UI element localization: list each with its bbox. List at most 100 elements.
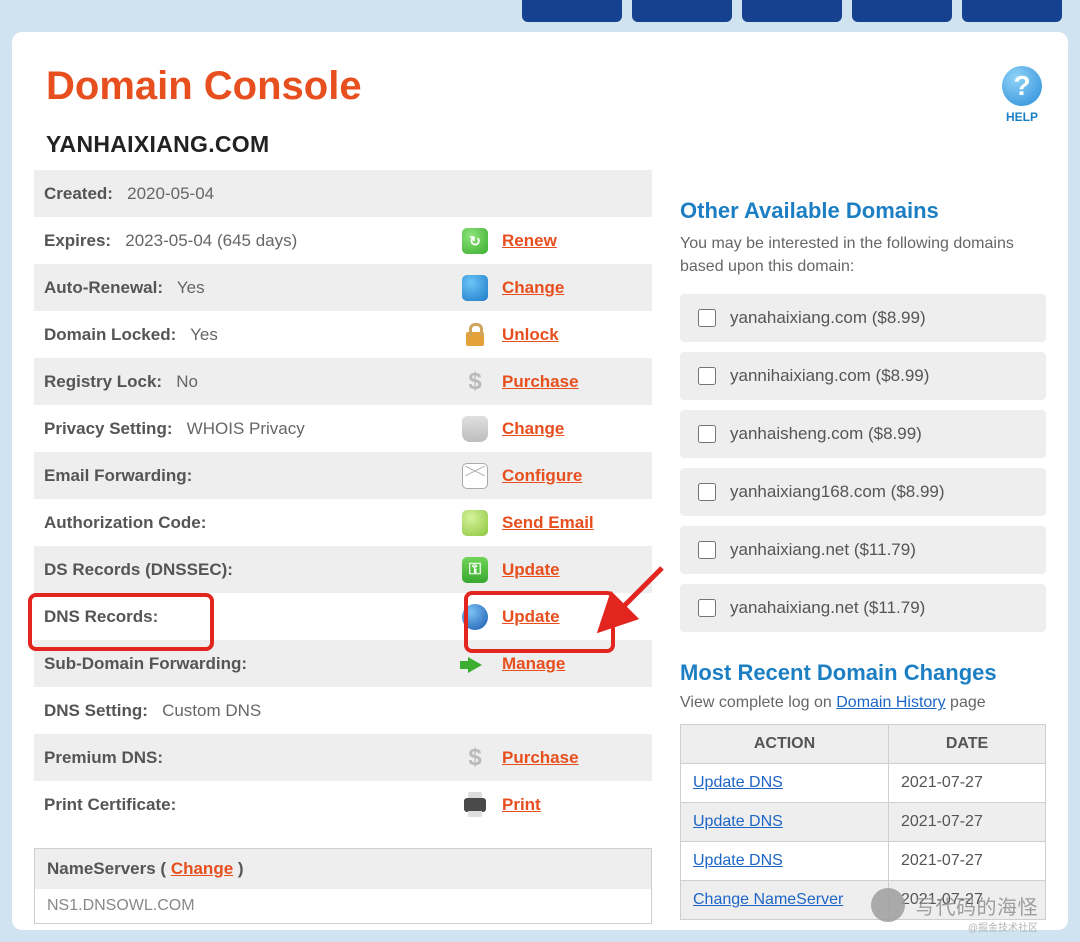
settings-row: Auto-Renewal: Yes Change	[34, 264, 652, 311]
settings-label: Premium DNS:	[44, 748, 163, 767]
nav-tab[interactable]	[522, 0, 622, 22]
settings-row: Print Certificate: Print	[34, 781, 652, 828]
alt-domain-item: yannihaixiang.com ($8.99)	[680, 352, 1046, 400]
changes-row: Update DNS 2021-07-27	[681, 764, 1046, 803]
page-title: Domain Console	[46, 64, 1046, 109]
bag-icon	[462, 416, 488, 442]
changes-heading: Most Recent Domain Changes	[680, 660, 1046, 686]
settings-row: DS Records (DNSSEC): ⚿ Update	[34, 546, 652, 593]
key-icon: ⚿	[462, 557, 488, 583]
domain-name: YANHAIXIANG.COM	[46, 131, 1046, 158]
change-date: 2021-07-27	[889, 764, 1046, 803]
changes-row: Update DNS 2021-07-27	[681, 842, 1046, 881]
action-change[interactable]: Change	[502, 419, 564, 438]
action-configure[interactable]: Configure	[502, 466, 582, 485]
alt-domain-checkbox[interactable]	[698, 367, 716, 385]
nav-tab[interactable]	[852, 0, 952, 22]
alt-domain-checkbox[interactable]	[698, 309, 716, 327]
settings-label: Privacy Setting:	[44, 419, 173, 438]
settings-row: Sub-Domain Forwarding:Manage	[34, 640, 652, 687]
nav-tab[interactable]	[742, 0, 842, 22]
alt-domain-text: yanhaixiang168.com ($8.99)	[730, 482, 945, 502]
change-date: 2021-07-27	[889, 803, 1046, 842]
dollar-icon: $	[462, 745, 488, 771]
settings-row: Privacy Setting: WHOIS PrivacyChange	[34, 405, 652, 452]
changes-table: ACTION DATE Update DNS2021-07-27Update D…	[680, 724, 1046, 920]
settings-panel: Created: 2020-05-04Expires: 2023-05-04 (…	[34, 170, 652, 828]
alt-domain-item: yanahaixiang.net ($11.79)	[680, 584, 1046, 632]
settings-row: Expires: 2023-05-04 (645 days)↻Renew	[34, 217, 652, 264]
settings-value: 2020-05-04	[127, 184, 214, 203]
settings-value: 2023-05-04 (645 days)	[125, 231, 297, 250]
settings-row: Premium DNS: $ Purchase	[34, 734, 652, 781]
alt-domain-text: yannihaixiang.com ($8.99)	[730, 366, 929, 386]
globe-icon	[462, 604, 488, 630]
dollar-icon: $	[462, 369, 488, 395]
alt-domain-text: yanhaixiang.net ($11.79)	[730, 540, 916, 560]
settings-label: Print Certificate:	[44, 795, 176, 814]
nav-tab[interactable]	[632, 0, 732, 22]
settings-label: DS Records (DNSSEC):	[44, 560, 233, 579]
action-print[interactable]: Print	[502, 795, 541, 814]
action-purchase[interactable]: Purchase	[502, 748, 579, 767]
settings-label: Created:	[44, 184, 113, 203]
action-update[interactable]: Update	[502, 607, 560, 626]
alt-domains-heading: Other Available Domains	[680, 198, 1046, 224]
change-action-link[interactable]: Update DNS	[693, 774, 783, 791]
alt-domain-checkbox[interactable]	[698, 599, 716, 617]
changes-row: Change NameServer2021-07-27	[681, 881, 1046, 920]
change-action-link[interactable]: Update DNS	[693, 852, 783, 869]
action-send-email[interactable]: Send Email	[502, 513, 594, 532]
settings-row: Registry Lock: No$Purchase	[34, 358, 652, 405]
alt-domain-item: yanahaixiang.com ($8.99)	[680, 294, 1046, 342]
action-update[interactable]: Update	[502, 560, 560, 579]
nameservers-heading: NameServers	[47, 859, 156, 878]
changes-th-date: DATE	[889, 725, 1046, 764]
nameservers-panel: NameServers ( Change ) NS1.DNSOWL.COM	[34, 848, 652, 924]
help-icon[interactable]: ?	[1002, 66, 1042, 106]
clock-icon	[462, 275, 488, 301]
action-change[interactable]: Change	[502, 278, 564, 297]
changes-th-action: ACTION	[681, 725, 889, 764]
chat-icon	[462, 510, 488, 536]
settings-row: DNS Setting: Custom DNS	[34, 687, 652, 734]
action-renew[interactable]: Renew	[502, 231, 557, 250]
alt-domain-checkbox[interactable]	[698, 483, 716, 501]
settings-row: Email Forwarding:Configure	[34, 452, 652, 499]
mail-icon	[462, 463, 488, 489]
alt-domain-text: yanahaixiang.net ($11.79)	[730, 598, 925, 618]
nav-tab[interactable]	[962, 0, 1062, 22]
printer-icon	[462, 792, 488, 818]
action-unlock[interactable]: Unlock	[502, 325, 559, 344]
alt-domain-checkbox[interactable]	[698, 541, 716, 559]
settings-label: Auto-Renewal:	[44, 278, 163, 297]
alt-domain-item: yanhaisheng.com ($8.99)	[680, 410, 1046, 458]
settings-value: Yes	[190, 325, 218, 344]
action-purchase[interactable]: Purchase	[502, 372, 579, 391]
lock-icon	[462, 322, 488, 348]
settings-label: Domain Locked:	[44, 325, 176, 344]
action-manage[interactable]: Manage	[502, 654, 565, 673]
settings-value: Yes	[177, 278, 205, 297]
page-card: ? HELP Domain Console YANHAIXIANG.COM Cr…	[12, 32, 1068, 930]
alt-domain-checkbox[interactable]	[698, 425, 716, 443]
alt-domain-item: yanhaixiang.net ($11.79)	[680, 526, 1046, 574]
settings-label: Expires:	[44, 231, 111, 250]
change-action-link[interactable]: Update DNS	[693, 813, 783, 830]
settings-label: Registry Lock:	[44, 372, 162, 391]
settings-label: DNS Setting:	[44, 701, 148, 720]
settings-row: Created: 2020-05-04	[34, 170, 652, 217]
changes-row: Update DNS 2021-07-27	[681, 803, 1046, 842]
nameservers-change-link[interactable]: Change	[171, 859, 233, 878]
arrow-icon	[462, 651, 488, 677]
alt-domains-desc: You may be interested in the following d…	[680, 232, 1046, 278]
help-label: HELP	[1002, 110, 1042, 124]
settings-label: Authorization Code:	[44, 513, 206, 532]
change-date: 2021-07-27	[889, 881, 1046, 920]
change-date: 2021-07-27	[889, 842, 1046, 881]
settings-row: Domain Locked: Yes Unlock	[34, 311, 652, 358]
settings-value: Custom DNS	[162, 701, 261, 720]
settings-row: Authorization Code: Send Email	[34, 499, 652, 546]
domain-history-link[interactable]: Domain History	[836, 694, 945, 711]
alt-domain-text: yanhaisheng.com ($8.99)	[730, 424, 922, 444]
